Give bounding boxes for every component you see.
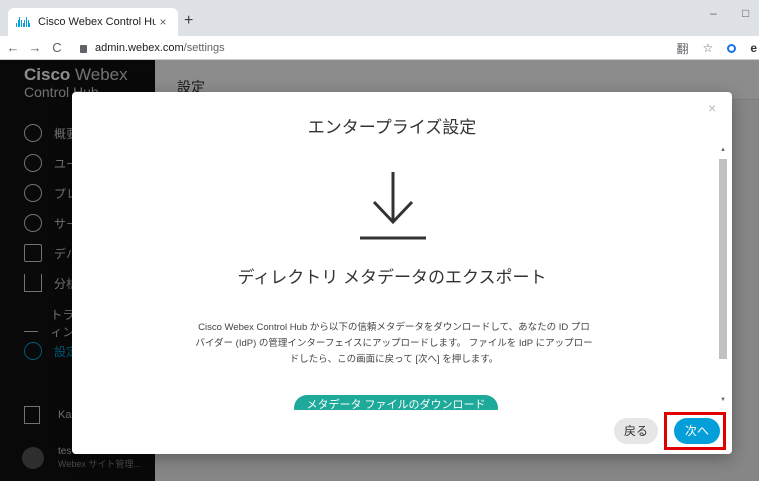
address-bar: ← → C admin.webex.com/settings 翻 ☆ e bbox=[0, 36, 759, 60]
scroll-up-arrow-icon[interactable]: ▲ bbox=[718, 147, 728, 155]
back-button[interactable]: 戻る bbox=[614, 418, 658, 444]
new-tab-button[interactable]: + bbox=[184, 13, 193, 29]
forward-nav-icon[interactable]: → bbox=[26, 40, 44, 55]
url-field[interactable]: admin.webex.com/settings bbox=[80, 42, 225, 54]
tab-close-icon[interactable]: × bbox=[156, 15, 170, 29]
tab-title: Cisco Webex Control Hub bbox=[38, 16, 156, 28]
enterprise-settings-modal: エンタープライズ設定 × ディレクトリ メタデータのエクスポート Cisco W… bbox=[72, 92, 732, 454]
browser-tab[interactable]: Cisco Webex Control Hub × bbox=[8, 8, 178, 36]
translate-icon[interactable]: 翻 bbox=[677, 40, 689, 57]
url-host: admin.webex.com bbox=[95, 41, 184, 54]
modal-scrollbar[interactable]: ▲ ▼ bbox=[718, 147, 728, 405]
scroll-thumb[interactable] bbox=[719, 159, 727, 359]
next-button-highlight bbox=[664, 412, 726, 450]
scroll-down-arrow-icon[interactable]: ▼ bbox=[718, 397, 728, 405]
url-path: /settings bbox=[183, 41, 225, 54]
download-icon bbox=[360, 172, 426, 240]
extension-icon[interactable] bbox=[727, 43, 737, 53]
back-nav-icon[interactable]: ← bbox=[4, 40, 22, 55]
profile-icon[interactable]: e bbox=[750, 41, 757, 55]
tab-strip: Cisco Webex Control Hub × + – □ bbox=[0, 0, 759, 36]
step-title: ディレクトリ メタデータのエクスポート bbox=[237, 268, 547, 287]
step-description: Cisco Webex Control Hub から以下の信頼メタデータをダウン… bbox=[190, 320, 598, 368]
cisco-favicon-icon bbox=[16, 17, 31, 27]
description-line: Cisco Webex Control Hub から以下の信頼メタデータをダウン… bbox=[198, 322, 590, 333]
address-bar-actions: 翻 ☆ e bbox=[677, 36, 759, 60]
bookmark-star-icon[interactable]: ☆ bbox=[703, 41, 714, 55]
reload-icon[interactable]: C bbox=[48, 40, 66, 55]
minimize-icon[interactable]: – bbox=[710, 6, 717, 20]
modal-title: エンタープライズ設定 bbox=[307, 118, 477, 137]
lock-icon bbox=[80, 44, 87, 53]
description-line: ドしたら、この画面に戻って [次へ] を押します。 bbox=[289, 354, 499, 365]
description-line: バイダー (IdP) の管理インターフェイスにアップロードします。 ファイルを … bbox=[195, 338, 593, 349]
close-icon[interactable]: × bbox=[708, 100, 716, 116]
maximize-icon[interactable]: □ bbox=[742, 6, 749, 20]
